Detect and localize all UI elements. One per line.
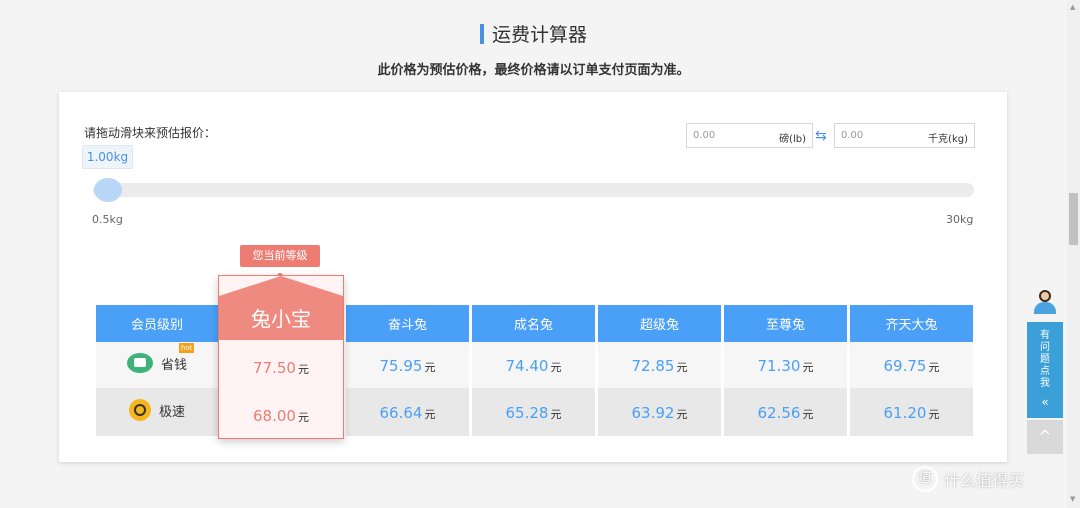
weight-slider-handle[interactable] — [94, 178, 122, 202]
page-scrollbar[interactable]: ▲ ▼ — [1067, 0, 1080, 508]
kilogram-value: 0.00 — [841, 130, 864, 141]
slider-value-tooltip: 1.00kg — [82, 145, 133, 169]
double-chevron-left-icon: « — [1041, 395, 1049, 409]
kilogram-unit: 千克(kg) — [928, 134, 968, 145]
title-accent-bar — [479, 24, 484, 44]
site-watermark: 值 什么值得买 — [912, 466, 1024, 492]
price-cell: 65.28 元 — [472, 388, 595, 436]
price-cell: 66.64 元 — [346, 388, 469, 436]
page-title: 运费计算器 — [0, 20, 1067, 47]
current-economy-price: 77.50 元 — [253, 359, 309, 377]
scrollbar-thumb[interactable] — [1069, 193, 1078, 245]
back-to-top-button[interactable]: ^ — [1027, 420, 1063, 454]
support-agent-icon — [1034, 290, 1056, 314]
help-widget[interactable]: 有问题点我 « — [1027, 288, 1063, 418]
hot-tag: hot — [178, 343, 195, 353]
header-level: 成名兔 — [472, 305, 595, 342]
pound-input[interactable]: 0.00 磅(lb) — [686, 123, 813, 148]
price-cell: 69.75 元 — [850, 342, 973, 388]
money-saving-icon — [126, 353, 153, 373]
weight-slider-track[interactable] — [93, 183, 974, 197]
swap-units-icon[interactable]: ⇆ — [815, 128, 827, 144]
price-cell: 75.95 元 — [346, 342, 469, 388]
header-level: 超级兔 — [598, 305, 721, 342]
price-cell: 62.56 元 — [724, 388, 847, 436]
header-level: 至尊兔 — [724, 305, 847, 342]
stopwatch-icon — [128, 399, 151, 421]
current-express-price: 68.00 元 — [253, 407, 309, 425]
slider-max-label: 30kg — [946, 213, 974, 226]
watermark-text: 什么值得买 — [944, 471, 1025, 490]
price-cell: 71.30 元 — [724, 342, 847, 388]
row-label-cell: 极速 — [96, 388, 218, 436]
price-cell: 74.40 元 — [472, 342, 595, 388]
price-cell: 63.92 元 — [598, 388, 721, 436]
header-member-level: 会员级别 — [96, 305, 218, 342]
price-cell: 61.20 元 — [850, 388, 973, 436]
help-text: 有问题点我 — [1040, 330, 1050, 389]
current-level-column: 兔小宝 77.50 元 68.00 元 — [218, 275, 344, 439]
header-level: 齐天大兔 — [850, 305, 973, 342]
page-subtitle: 此价格为预估价格，最终价格请以订单支付页面为准。 — [377, 63, 690, 78]
row-label-express: 极速 — [128, 399, 185, 421]
pound-unit: 磅(lb) — [779, 134, 806, 145]
scroll-down-arrow-icon[interactable]: ▼ — [1070, 495, 1075, 503]
kilogram-input[interactable]: 0.00 千克(kg) — [834, 123, 975, 148]
scroll-up-arrow-icon[interactable]: ▲ — [1070, 3, 1075, 11]
row-label-economy: 省钱 hot — [126, 343, 195, 373]
slider-label: 请拖动滑块来预估报价： — [84, 126, 217, 140]
pound-value: 0.00 — [693, 130, 716, 141]
current-level-name: 兔小宝 — [251, 307, 311, 331]
row-label-cell: 省钱 hot — [96, 342, 218, 388]
chevron-up-icon: ^ — [1038, 427, 1052, 446]
header-level: 奋斗兔 — [346, 305, 469, 342]
watermark-logo-icon: 值 — [912, 466, 938, 492]
price-cell: 72.85 元 — [598, 342, 721, 388]
current-level-badge: 您当前等级 — [240, 245, 320, 267]
slider-min-label: 0.5kg — [92, 213, 123, 226]
help-button[interactable]: 有问题点我 « — [1027, 322, 1063, 418]
